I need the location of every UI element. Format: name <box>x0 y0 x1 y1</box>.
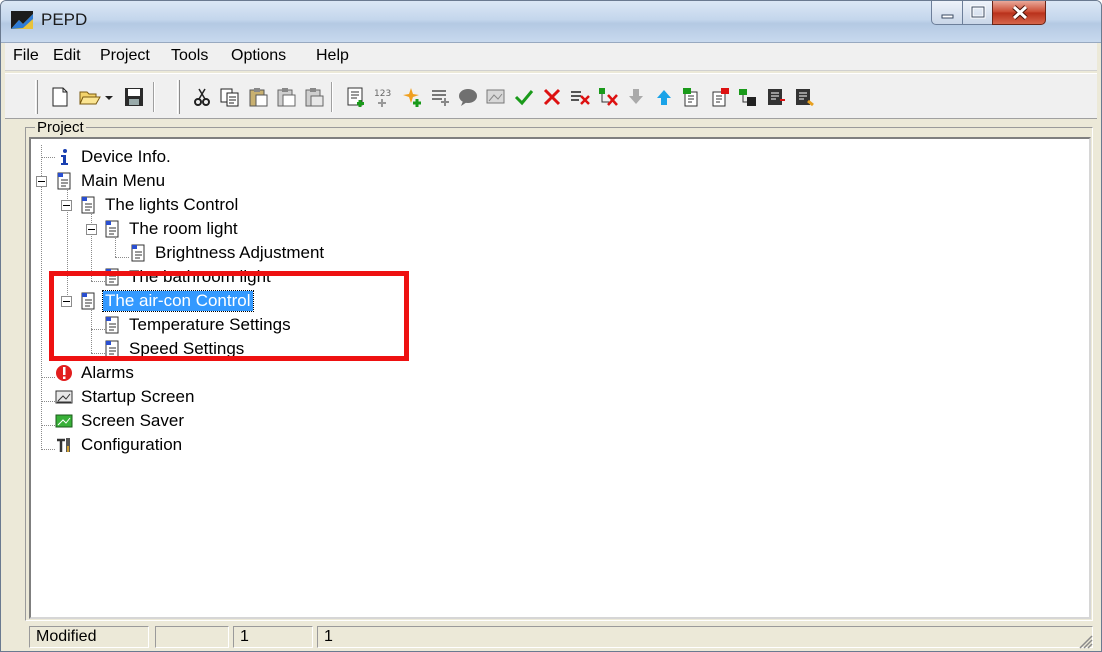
menu-edit[interactable]: Edit <box>49 47 85 65</box>
close-icon <box>1012 5 1028 20</box>
alarm-icon <box>56 365 72 381</box>
status-modified: Modified <box>29 626 149 648</box>
new-document-icon[interactable] <box>49 86 71 108</box>
paste-format-icon[interactable] <box>303 86 325 108</box>
image-icon <box>55 390 73 404</box>
cross-icon[interactable] <box>541 86 563 108</box>
tree-connector <box>115 235 116 257</box>
menu-file[interactable]: File <box>9 47 43 65</box>
toolbar-grip[interactable] <box>35 80 38 114</box>
highlight-annotation <box>49 271 409 361</box>
open-folder-icon[interactable] <box>79 86 101 108</box>
tools-icon <box>57 438 70 452</box>
status-pane-empty <box>155 626 229 648</box>
project-group-label: Project <box>35 119 86 136</box>
menu-page-icon <box>57 172 71 190</box>
tree-connector <box>41 157 55 158</box>
paste-special-icon[interactable] <box>275 86 297 108</box>
status-pane-column: 1 <box>317 626 1093 648</box>
cut-icon[interactable] <box>191 86 213 108</box>
tree-connector <box>41 425 55 426</box>
send-icon[interactable] <box>737 86 759 108</box>
info-icon <box>61 149 68 165</box>
move-down-icon[interactable] <box>625 86 647 108</box>
numeric-field-icon[interactable]: 123 <box>373 86 395 108</box>
save-icon[interactable] <box>123 86 145 108</box>
tree-connector <box>41 401 55 402</box>
page-red-icon[interactable] <box>709 86 731 108</box>
maximize-button[interactable] <box>962 1 993 25</box>
menu-page-icon <box>105 220 119 238</box>
expander-lights-control[interactable] <box>61 200 72 211</box>
import-icon[interactable] <box>793 86 815 108</box>
menu-options[interactable]: Options <box>227 47 290 65</box>
check-icon[interactable] <box>513 86 535 108</box>
app-icon <box>11 11 33 29</box>
move-up-icon[interactable] <box>653 86 675 108</box>
screen-icon[interactable] <box>485 86 507 108</box>
toolbar: 123 <box>5 73 1097 119</box>
delete-tree-icon[interactable] <box>597 86 619 108</box>
tree-connector <box>115 257 129 258</box>
window-title: PEPD <box>41 10 88 29</box>
toolbar-separator <box>331 82 333 112</box>
menu-project[interactable]: Project <box>96 47 154 65</box>
tree-connector <box>41 145 42 448</box>
list-icon[interactable] <box>429 86 451 108</box>
maximize-icon <box>970 5 986 19</box>
sparkle-add-icon[interactable] <box>401 86 423 108</box>
menu-help[interactable]: Help <box>312 47 353 65</box>
tree-connector <box>41 449 55 450</box>
toolbar-grip[interactable] <box>177 80 180 114</box>
dropdown-arrow-icon[interactable] <box>103 86 115 108</box>
menu-tools[interactable]: Tools <box>167 47 212 65</box>
image-green-icon <box>55 414 73 428</box>
minimize-icon <box>941 14 954 19</box>
minimize-button[interactable] <box>931 1 963 25</box>
resize-grip-icon[interactable] <box>1077 633 1093 649</box>
close-button[interactable] <box>992 1 1046 25</box>
project-tree[interactable]: Device Info. Main Menu The lights Contro… <box>29 137 1091 619</box>
delete-items-icon[interactable] <box>569 86 591 108</box>
copy-icon[interactable] <box>219 86 241 108</box>
toolbar-separator <box>153 82 155 112</box>
application-window: PEPD File Edit Project Tools Options Hel… <box>0 0 1102 652</box>
add-page-icon[interactable] <box>345 86 367 108</box>
export-icon[interactable] <box>765 86 787 108</box>
expander-room-light[interactable] <box>86 224 97 235</box>
expander-main-menu[interactable] <box>36 176 47 187</box>
title-bar[interactable]: PEPD <box>1 1 1101 43</box>
tree-connector <box>41 377 55 378</box>
bubble-icon[interactable] <box>457 86 479 108</box>
menu-page-icon <box>131 244 145 262</box>
status-pane-line: 1 <box>233 626 313 648</box>
status-bar: Modified 1 1 <box>5 623 1097 651</box>
paste-icon[interactable] <box>247 86 269 108</box>
menu-bar: File Edit Project Tools Options Help <box>5 43 1097 71</box>
page-green-icon[interactable] <box>681 86 703 108</box>
menu-page-icon <box>81 196 95 214</box>
svg-text:123: 123 <box>374 89 391 99</box>
